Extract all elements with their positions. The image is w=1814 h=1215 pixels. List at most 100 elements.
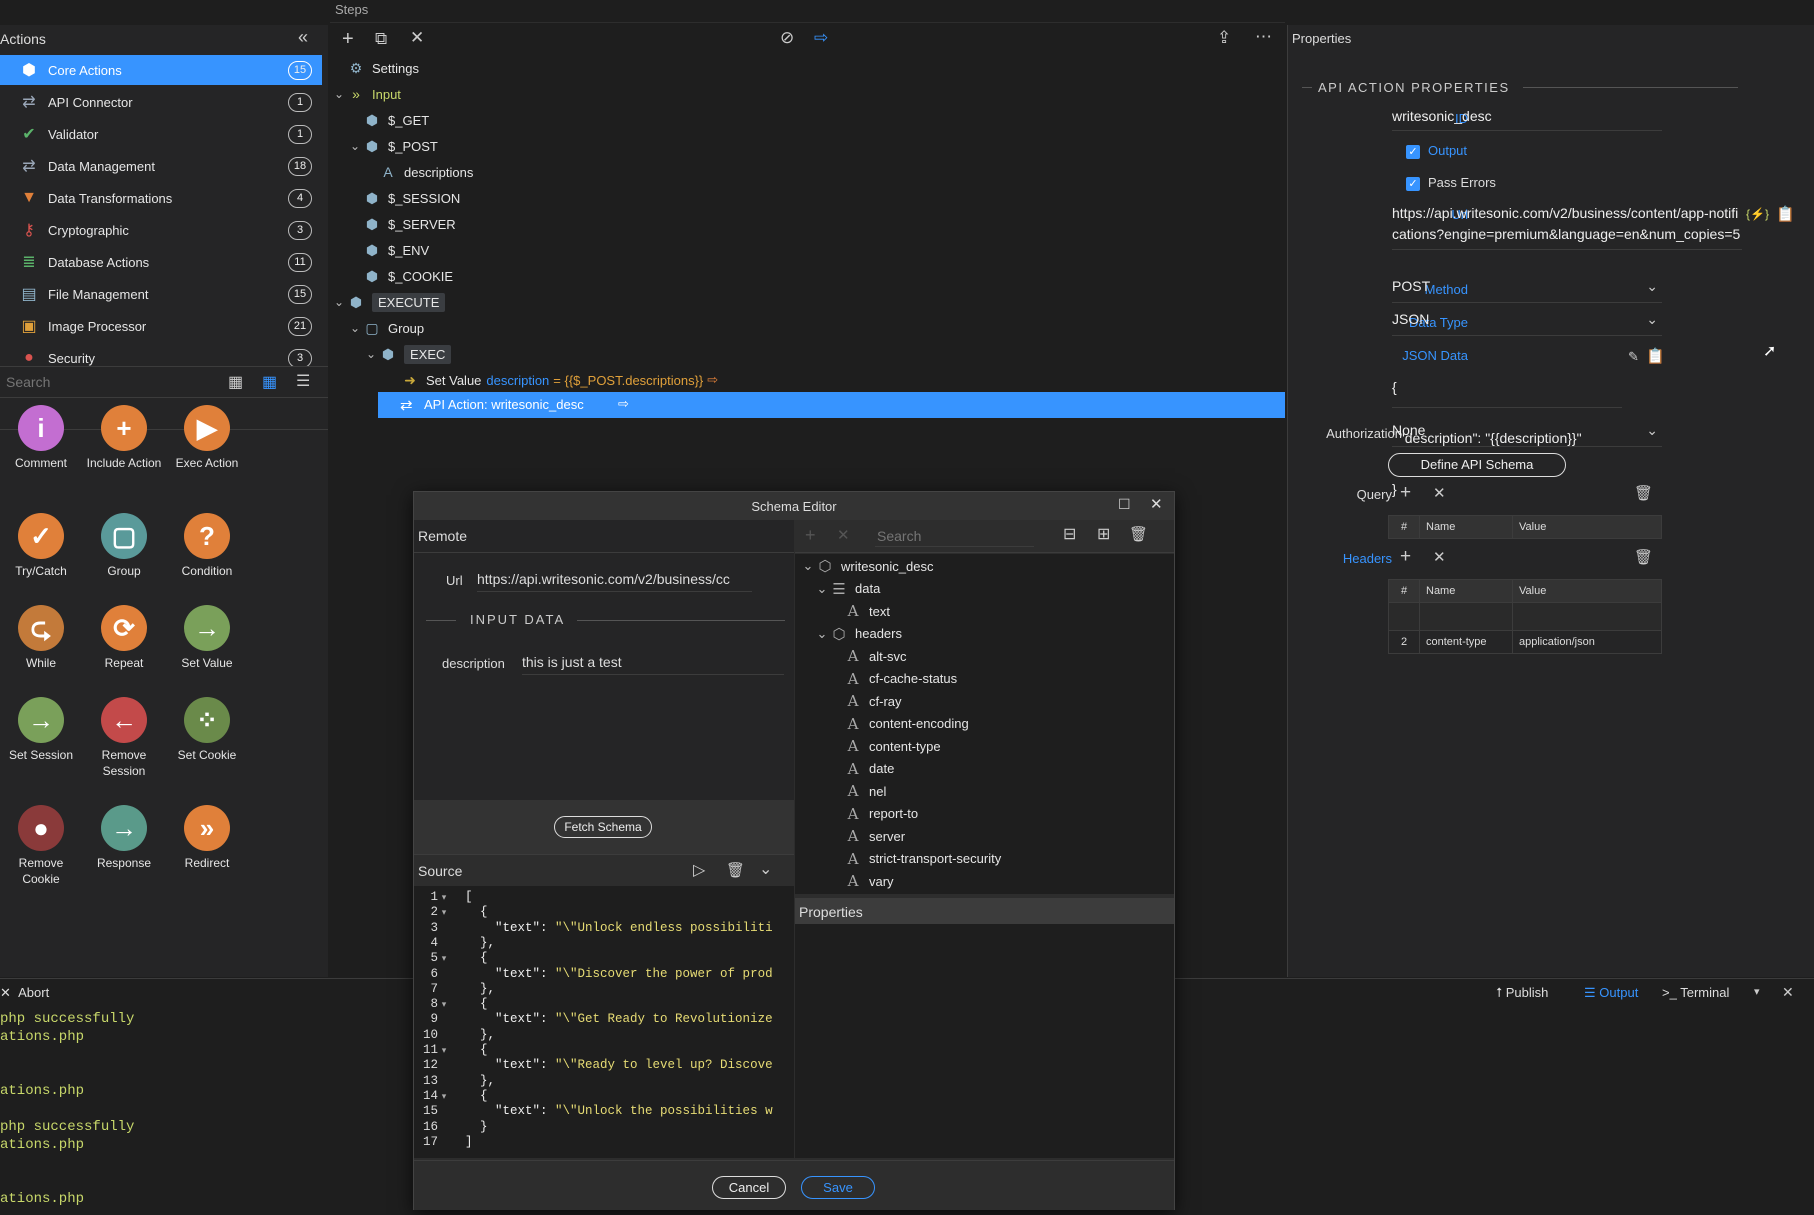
cancel-button[interactable]: Cancel (712, 1176, 786, 1199)
step-tree-node[interactable]: ⬢ $_ENV (348, 238, 429, 262)
add-header-icon[interactable]: + (1400, 546, 1411, 568)
maximize-icon[interactable]: ☐ (1118, 496, 1131, 513)
search-input[interactable] (4, 371, 208, 393)
fold-icon[interactable]: ▾ (438, 893, 450, 903)
chevron-icon[interactable]: ⌄ (815, 581, 829, 597)
fold-icon[interactable]: ▾ (438, 954, 450, 964)
action-tile[interactable]: i Comment (0, 405, 82, 471)
schema-node[interactable]: Acontent-encoding (829, 712, 969, 736)
schema-node[interactable]: Avary (829, 869, 894, 893)
table-row[interactable] (1388, 602, 1662, 631)
copy-icon[interactable]: ⧉ (375, 29, 387, 49)
chevron-down-icon[interactable]: ▾ (1754, 985, 1760, 998)
step-tree-node[interactable]: ⬢ $_SESSION (348, 186, 460, 210)
clear-header-icon[interactable]: ✕ (1433, 548, 1446, 566)
add-step-icon[interactable]: + (342, 28, 354, 51)
step-tree-node[interactable]: ⬢ $_GET (348, 108, 429, 132)
trash-icon[interactable]: 🗑 (1129, 525, 1148, 543)
source-code-editor[interactable]: 1 ▾ [2 ▾ {3 "text": "\"Unlock endless poss… (414, 886, 794, 1158)
fold-icon[interactable]: ▾ (438, 1092, 450, 1102)
row-name[interactable]: content-type (1419, 630, 1513, 654)
category-item[interactable]: ● Security 3 (0, 343, 322, 366)
grid-large-icon[interactable]: ▦ (228, 372, 243, 392)
step-tree-node[interactable]: ⚙ Settings (332, 56, 419, 80)
category-item[interactable]: ≣ Database Actions 11 (0, 247, 322, 277)
define-schema-button[interactable]: Define API Schema (1388, 453, 1566, 477)
chevron-icon[interactable]: ⌄ (801, 558, 815, 574)
trash-icon[interactable]: 🗑 (726, 861, 745, 879)
run-icon[interactable]: ▷ (693, 860, 705, 880)
action-tile[interactable]: ● Remove Cookie (0, 805, 82, 887)
step-tree-node[interactable]: ⌄ ⬢ EXEC (364, 342, 452, 366)
schema-node[interactable]: ⌄ ⬡ headers (815, 622, 902, 646)
output-checkbox[interactable]: ✓ Output (1406, 143, 1467, 159)
category-item[interactable]: ▼ Data Transformations 4 (0, 183, 322, 213)
schema-node[interactable]: Aserver (829, 824, 906, 848)
clipboard-icon[interactable]: 📋 (1646, 347, 1665, 365)
category-item[interactable]: ⚷ Cryptographic 3 (0, 215, 322, 245)
action-tile[interactable]: ✓ Try/Catch (0, 513, 82, 579)
schema-node[interactable]: ⌄ ☰ data (815, 577, 881, 601)
clear-query-icon[interactable]: ✕ (1433, 484, 1446, 502)
remove-field-icon[interactable]: ✕ (837, 526, 850, 544)
trash-icon[interactable]: 🗑 (1634, 548, 1653, 566)
id-field[interactable]: writesonic_desc (1392, 108, 1662, 131)
remote-url-input[interactable]: https://api.writesonic.com/v2/business/c… (477, 571, 752, 592)
terminal-tab[interactable]: >_ Terminal (1662, 985, 1729, 1000)
category-item[interactable]: ⇄ API Connector 1 (0, 87, 322, 117)
step-tree-node[interactable]: ⬢ $_SERVER (348, 212, 456, 236)
action-tile[interactable]: » Redirect (166, 805, 248, 871)
schema-search-input[interactable] (875, 526, 1034, 547)
schema-node[interactable]: Aalt-svc (829, 644, 907, 668)
fold-icon[interactable]: ▾ (438, 1046, 450, 1056)
schema-node[interactable]: Astrict-transport-security (829, 847, 1002, 871)
chevron-down-icon[interactable]: ⌄ (759, 859, 772, 879)
chevron-icon[interactable]: ⌄ (332, 87, 346, 101)
collapse-icon[interactable]: « (298, 27, 308, 48)
schema-node[interactable]: ⌄ ⬡ writesonic_desc (801, 554, 934, 578)
step-tree-node[interactable]: ⌄ » Input (332, 82, 401, 106)
share-icon[interactable]: ⇪ (1217, 28, 1231, 48)
category-item[interactable]: ▤ File Management 15 (0, 279, 322, 309)
dynamic-data-icon[interactable]: {⚡} (1746, 207, 1769, 221)
url-field[interactable]: https://api.writesonic.com/v2/business/c… (1392, 203, 1742, 250)
action-tile[interactable]: → Response (83, 805, 165, 871)
action-tile[interactable]: ⮎ While (0, 605, 82, 671)
jsondata-field[interactable]: { "description": "{{description}}" } (1392, 345, 1622, 497)
chevron-icon[interactable]: ⌄ (332, 295, 346, 309)
action-tile[interactable]: ⟳ Repeat (83, 605, 165, 671)
chevron-icon[interactable]: ⌄ (348, 321, 362, 335)
step-tree-node[interactable]: ⌄ ▢ Group (348, 316, 424, 340)
auth-select[interactable]: None ⌄ (1392, 422, 1662, 447)
expand-all-icon[interactable]: ⊞ (1097, 524, 1110, 544)
step-tree-node[interactable]: ⌄ ⬢ EXECUTE (332, 290, 446, 314)
schema-node[interactable]: Acontent-type (829, 734, 941, 758)
abort-button[interactable]: ✕ Abort (0, 985, 49, 1001)
schema-node[interactable]: Acf-ray (829, 689, 902, 713)
schema-node[interactable]: Atext (829, 599, 890, 623)
trash-icon[interactable]: 🗑 (1634, 484, 1653, 502)
close-icon[interactable]: ✕ (410, 28, 424, 48)
category-item[interactable]: ⇄ Data Management 18 (0, 151, 322, 181)
action-tile[interactable]: ▶ Exec Action (166, 405, 248, 471)
method-select[interactable]: POST ⌄ (1392, 278, 1662, 303)
clipboard-icon[interactable]: 📋 (1776, 205, 1795, 223)
step-tree-node[interactable]: ⬢ $_COOKIE (348, 264, 453, 288)
datatype-select[interactable]: JSON ⌄ (1392, 311, 1662, 336)
chevron-icon[interactable]: ⌄ (815, 626, 829, 642)
schema-node[interactable]: Areport-to (829, 802, 919, 826)
more-icon[interactable]: ⋯ (1255, 27, 1272, 47)
step-tree-node[interactable]: Adescriptions (364, 160, 473, 184)
action-tile[interactable]: ? Condition (166, 513, 248, 579)
add-query-icon[interactable]: + (1400, 482, 1411, 504)
desc-input[interactable]: this is just a test (522, 654, 784, 675)
table-row[interactable]: 2 content-type application/json (1388, 630, 1662, 654)
close-panel-icon[interactable]: ✕ (1782, 984, 1794, 1001)
schema-node[interactable]: Anel (829, 779, 887, 803)
disable-icon[interactable]: ⊘ (780, 28, 794, 48)
grid-small-icon[interactable]: ▦ (262, 372, 277, 392)
action-tile[interactable]: → Set Value (166, 605, 248, 671)
chevron-icon[interactable]: ⌄ (364, 347, 378, 361)
fold-icon[interactable]: ▾ (438, 908, 450, 918)
step-set-value[interactable]: ➜ Set Value description = {{$_POST.descr… (400, 368, 718, 392)
